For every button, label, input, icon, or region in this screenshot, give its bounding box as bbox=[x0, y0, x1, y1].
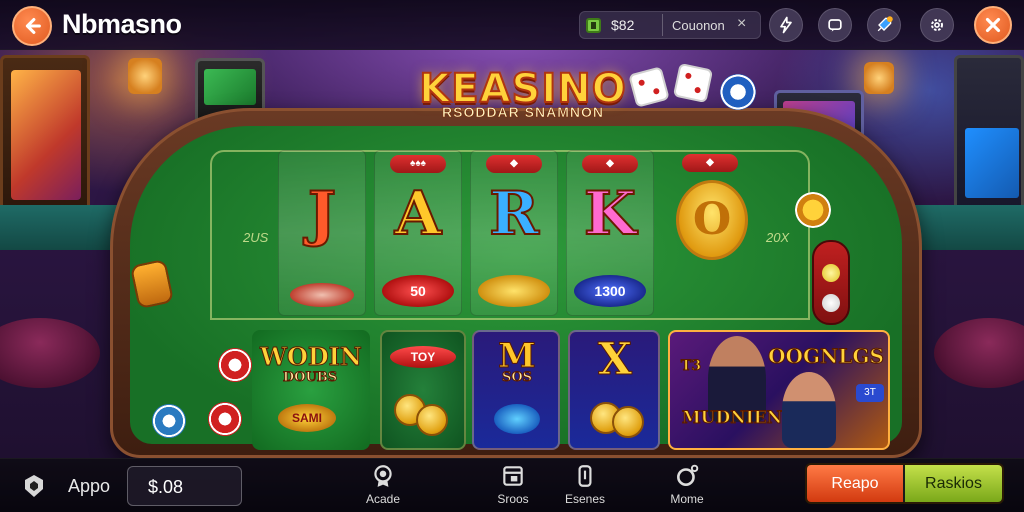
app-brand: Nbmasno bbox=[62, 9, 182, 39]
balance-box[interactable]: $82 Couonon × bbox=[579, 11, 761, 39]
rewards-button[interactable] bbox=[867, 8, 901, 42]
tile-badge: TOY bbox=[390, 346, 456, 368]
reel-symbol: K bbox=[583, 178, 637, 250]
game-tile-m[interactable]: M SOS bbox=[472, 330, 560, 450]
card-icon bbox=[578, 465, 592, 487]
poker-chip-icon bbox=[218, 348, 252, 382]
nav-acade[interactable]: Acade bbox=[348, 463, 418, 511]
lamp-right bbox=[864, 62, 894, 94]
close-button[interactable] bbox=[974, 6, 1012, 44]
window-icon bbox=[503, 466, 523, 486]
game-logo: KEASINO RSODDAR SNAMNON bbox=[388, 65, 658, 130]
rocket-icon bbox=[877, 16, 893, 32]
poker-chip-icon bbox=[208, 402, 242, 436]
game-tile-promo[interactable]: T3 OOGNLGS 3T MUDNIEN bbox=[668, 330, 890, 450]
nav-sroos[interactable]: Sroos bbox=[478, 463, 548, 511]
spin-lever[interactable] bbox=[812, 240, 850, 325]
reel-chip: 50 bbox=[382, 275, 454, 307]
footer-balance: $.08 bbox=[127, 466, 242, 506]
tile-badge: SAMI bbox=[278, 404, 336, 432]
balance-amount: $82 bbox=[611, 17, 635, 33]
top-bar: Nbmasno $82 Couonon × bbox=[0, 0, 1024, 50]
secondary-button[interactable]: Raskios bbox=[905, 465, 1002, 502]
poker-chip-icon bbox=[795, 192, 831, 228]
close-icon bbox=[985, 17, 1001, 33]
stool-right bbox=[934, 318, 1024, 388]
gold-coin-icon bbox=[478, 275, 550, 307]
game-tile-wodin[interactable]: WODIN DOUBS SAMI bbox=[252, 330, 370, 450]
reel-2: ♠♠♠ A 50 bbox=[374, 150, 462, 316]
shield-icon[interactable] bbox=[22, 473, 46, 499]
reel-3: ◆ R bbox=[470, 150, 558, 316]
reel-tag: ♠♠♠ bbox=[390, 155, 446, 173]
lightning-icon bbox=[780, 16, 792, 34]
reel-1: J bbox=[278, 150, 366, 316]
back-button[interactable] bbox=[12, 6, 52, 46]
reel-tag: ◆ bbox=[486, 155, 542, 173]
footer-balance-value: $.08 bbox=[148, 477, 184, 497]
felt-text-left: 2US bbox=[243, 230, 269, 245]
primary-button[interactable]: Reapo bbox=[807, 465, 905, 502]
arrow-left-icon bbox=[25, 18, 41, 34]
profile-icon bbox=[677, 464, 699, 486]
reel-tag: ◆ bbox=[682, 154, 738, 172]
gold-coin-icon bbox=[612, 406, 644, 438]
chat-button[interactable] bbox=[818, 8, 852, 42]
gear-icon bbox=[931, 19, 943, 31]
reel-4: ◆ K 1300 bbox=[566, 150, 654, 316]
reel-tag: ◆ bbox=[582, 155, 638, 173]
action-button-group: Reapo Raskios bbox=[805, 463, 1004, 504]
chat-icon bbox=[828, 19, 842, 32]
profile-button[interactable] bbox=[769, 8, 803, 42]
felt-text-right: 20X bbox=[766, 230, 790, 245]
stool-left bbox=[0, 318, 100, 388]
poker-chip-icon bbox=[152, 404, 186, 438]
slot-machine-left bbox=[0, 55, 90, 225]
poker-chip-icon bbox=[720, 74, 756, 110]
reel-symbol: J bbox=[307, 178, 337, 250]
coin-icon bbox=[586, 18, 601, 33]
player-name: Appo bbox=[68, 476, 111, 496]
nav-mome[interactable]: Mome bbox=[652, 463, 722, 511]
reel-chip: 1300 bbox=[574, 275, 646, 307]
balance-label: Couonon bbox=[672, 18, 725, 33]
spin-icon bbox=[494, 404, 540, 434]
close-icon[interactable]: × bbox=[737, 15, 746, 33]
dice-icon bbox=[672, 62, 714, 104]
nav-esenes[interactable]: Esenes bbox=[550, 463, 620, 511]
game-tile-coins[interactable]: TOY bbox=[380, 330, 466, 450]
reel-symbol: R bbox=[488, 178, 540, 250]
coin-stack-symbol: O bbox=[676, 180, 748, 260]
gold-coin-icon bbox=[416, 404, 448, 436]
tile-badge: 3T bbox=[856, 384, 884, 402]
settings-button[interactable] bbox=[920, 8, 954, 42]
reel-symbol: A bbox=[394, 178, 443, 250]
slot-machine-right bbox=[954, 55, 1024, 225]
lamp-left bbox=[128, 58, 162, 94]
game-tile-x[interactable]: X bbox=[568, 330, 660, 450]
card-icon bbox=[290, 283, 354, 307]
medal-icon bbox=[374, 465, 392, 487]
